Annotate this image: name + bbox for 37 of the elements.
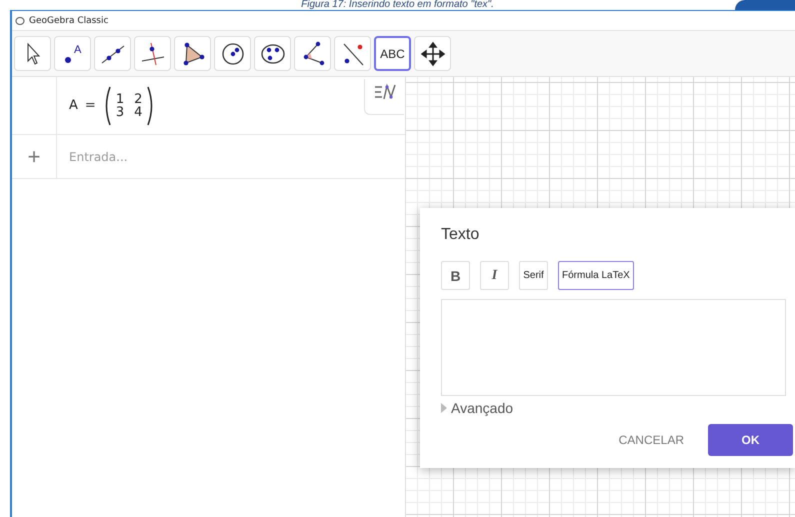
circle-tool-icon — [220, 40, 246, 66]
perpendicular-tool-icon — [140, 40, 166, 66]
tool-button[interactable] — [414, 36, 451, 71]
matrix-entry: 3 — [116, 106, 124, 118]
tool-button[interactable] — [214, 36, 251, 71]
tool-button[interactable] — [334, 36, 371, 71]
graph-toggle-icon — [374, 83, 396, 101]
matrix-entry: 2 — [134, 92, 142, 106]
corner-decoration — [735, 0, 795, 10]
tool-button[interactable] — [14, 36, 51, 71]
matrix-entry: 4 — [134, 106, 142, 118]
ok-button[interactable]: OK — [708, 424, 793, 456]
italic-button[interactable]: I — [480, 261, 509, 290]
move-view-tool-icon — [420, 40, 446, 66]
tool-button[interactable] — [134, 36, 171, 71]
object-name: A — [69, 98, 78, 113]
tool-button[interactable] — [174, 36, 211, 71]
format-button[interactable]: Serif — [519, 261, 548, 290]
figure-caption: Figura 17: Inserindo texto em formato "tex". — [301, 0, 494, 10]
text-tool-button[interactable]: ABC — [374, 36, 411, 71]
format-button[interactable]: Fórmula LaTeX — [558, 261, 634, 290]
advanced-toggle[interactable]: Avançado — [451, 400, 514, 416]
dialog-title: Texto — [441, 226, 480, 244]
tool-button[interactable]: A — [54, 36, 91, 71]
left-parenthesis-icon — [102, 86, 111, 126]
tool-button[interactable] — [294, 36, 331, 71]
style-bar-button[interactable] — [364, 79, 404, 115]
text-input-area[interactable] — [441, 299, 786, 396]
equals-sign: = — [84, 98, 96, 113]
expand-triangle-icon — [441, 403, 447, 413]
app-icon — [15, 16, 25, 26]
matrix-entry: 1 — [116, 92, 124, 106]
bold-button[interactable]: B — [441, 261, 470, 290]
add-input-button[interactable]: + — [28, 144, 40, 170]
window-title: GeoGebra Classic — [29, 16, 108, 26]
tool-button[interactable] — [254, 36, 291, 71]
tool-button[interactable] — [94, 36, 131, 71]
